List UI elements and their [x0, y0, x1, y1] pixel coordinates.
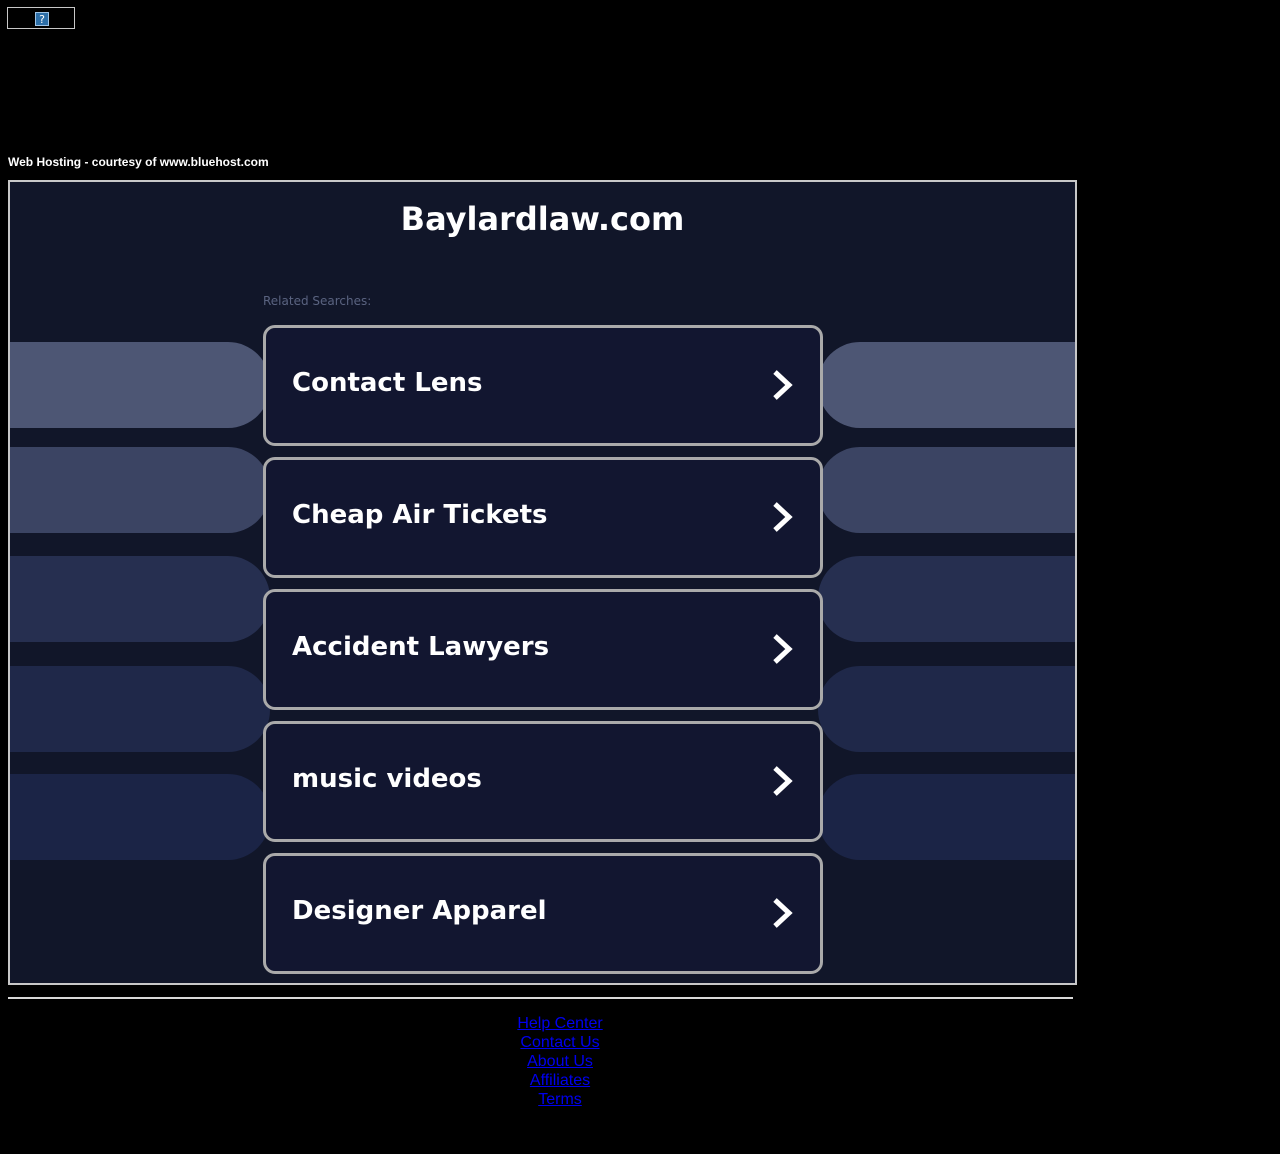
footer-link-about-us[interactable]: About Us	[460, 1052, 660, 1071]
footer-link-affiliates[interactable]: Affiliates	[460, 1071, 660, 1090]
hosting-note: Web Hosting - courtesy of www.bluehost.c…	[8, 155, 269, 169]
related-searches-label: Related Searches:	[263, 294, 372, 308]
decorative-pill-right-5	[818, 774, 1075, 860]
chevron-right-icon	[773, 370, 793, 400]
decorative-pill-left-3	[10, 556, 270, 642]
related-search-label: Designer Apparel	[292, 896, 547, 926]
top-banner[interactable]: ?	[7, 7, 75, 29]
parked-domain-panel: Baylardlaw.com Related Searches: Contact…	[8, 180, 1077, 985]
decorative-pill-right-2	[818, 447, 1075, 533]
decorative-pill-left-1	[10, 342, 270, 428]
related-search-label: music videos	[292, 764, 482, 794]
footer-link-help-center[interactable]: Help Center	[460, 1014, 660, 1033]
domain-title: Baylardlaw.com	[400, 200, 685, 238]
divider	[8, 997, 1073, 999]
footer-link-contact-us[interactable]: Contact Us	[460, 1033, 660, 1052]
footer-link-terms[interactable]: Terms	[460, 1090, 660, 1109]
chevron-right-icon	[773, 634, 793, 664]
chevron-right-icon	[773, 898, 793, 928]
related-search-label: Cheap Air Tickets	[292, 500, 548, 530]
decorative-pill-left-4	[10, 666, 270, 752]
related-search-music-videos[interactable]: music videos	[263, 721, 823, 842]
footer-links: Help Center Contact Us About Us Affiliat…	[460, 1014, 660, 1109]
decorative-pill-right-3	[818, 556, 1075, 642]
related-search-contact-lens[interactable]: Contact Lens	[263, 325, 823, 446]
related-search-designer-apparel[interactable]: Designer Apparel	[263, 853, 823, 974]
chevron-right-icon	[773, 766, 793, 796]
broken-image-icon: ?	[35, 12, 49, 26]
chevron-right-icon	[773, 502, 793, 532]
decorative-pill-right-1	[818, 342, 1075, 428]
decorative-pill-right-4	[818, 666, 1075, 752]
decorative-pill-left-2	[10, 447, 270, 533]
related-search-label: Contact Lens	[292, 368, 483, 398]
decorative-pill-left-5	[10, 774, 270, 860]
related-search-label: Accident Lawyers	[292, 632, 550, 662]
related-search-accident-lawyers[interactable]: Accident Lawyers	[263, 589, 823, 710]
related-search-cheap-air-tickets[interactable]: Cheap Air Tickets	[263, 457, 823, 578]
